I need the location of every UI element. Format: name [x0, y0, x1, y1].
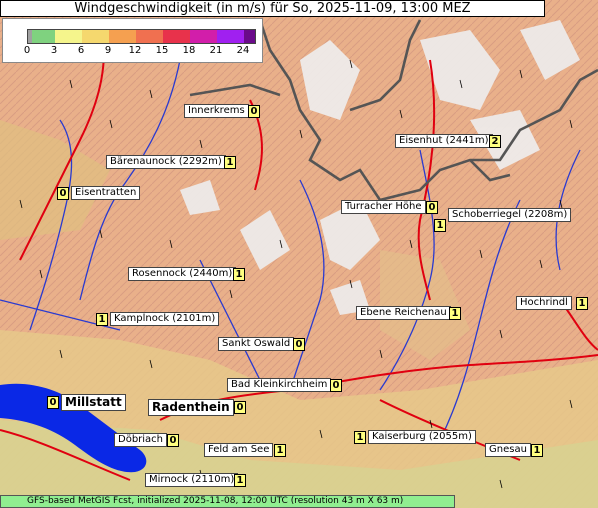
- map-title: Windgeschwindigkeit (in m/s) für So, 202…: [0, 0, 545, 17]
- place-label-millstatt: Millstatt: [61, 394, 126, 411]
- place-label-rosennock: Rosennock (2440m): [128, 267, 237, 281]
- legend-tick-label: 15: [155, 45, 169, 56]
- wind-value-feld-am-see: 1: [274, 444, 286, 457]
- place-label-bad-kleinkirchheim: Bad Kleinkirchheim: [227, 378, 332, 392]
- wind-value-turracher-hoehe: 0: [426, 201, 438, 214]
- wind-value-kaiserburg: 1: [354, 431, 366, 444]
- place-label-ebene-reichenau: Ebene Reichenau: [356, 306, 451, 320]
- legend-tick-label: 6: [77, 45, 85, 56]
- wind-value-hochrindl: 1: [576, 297, 588, 310]
- wind-value-kamplnock: 1: [96, 313, 108, 326]
- legend-color-step: [163, 30, 190, 43]
- wind-value-baerenaunock: 1: [224, 156, 236, 169]
- place-label-hochrindl: Hochrindl: [516, 296, 572, 310]
- wind-value-ebene-reichenau: 1: [449, 307, 461, 320]
- legend-tick-label: 18: [182, 45, 196, 56]
- legend-color-step: [244, 30, 255, 43]
- place-label-feld-am-see: Feld am See: [204, 443, 274, 457]
- wind-value-sankt-oswald: 0: [293, 338, 305, 351]
- place-label-eisentratten: Eisentratten: [71, 186, 141, 200]
- legend-tick-label: 24: [236, 45, 250, 56]
- place-label-gnesau: Gnesau: [485, 443, 531, 457]
- wind-value-doebriach: 0: [167, 434, 179, 447]
- legend-tick-label: 3: [50, 45, 58, 56]
- place-label-mirnock: Mirnock (2110m): [145, 473, 239, 487]
- legend-color-step: [55, 30, 82, 43]
- legend-color-step: [82, 30, 109, 43]
- legend-tick-label: 9: [104, 45, 112, 56]
- place-label-doebriach: Döbriach: [114, 433, 168, 447]
- wind-value-gnesau: 1: [531, 444, 543, 457]
- place-label-kaiserburg: Kaiserburg (2055m): [368, 430, 476, 444]
- place-label-radenthein: Radenthein: [148, 399, 234, 416]
- place-label-schoberriegel: Schoberriegel (2208m): [448, 208, 572, 222]
- place-label-turracher-hoehe: Turracher Höhe: [341, 200, 426, 214]
- legend-color-step: [217, 30, 244, 43]
- terrain-map: [0, 0, 598, 508]
- wind-value-mirnock: 1: [234, 474, 246, 487]
- legend-color-step: [32, 30, 55, 43]
- wind-value-millstatt: 0: [47, 396, 59, 409]
- wind-value-innerkrems: 0: [248, 105, 260, 118]
- place-label-innerkrems: Innerkrems: [184, 104, 249, 118]
- forecast-footer: GFS-based MetGIS Fcst, initialized 2025-…: [0, 495, 455, 508]
- legend-tick-label: 12: [128, 45, 142, 56]
- wind-value-eisentratten: 0: [57, 187, 69, 200]
- legend-color-scale: [27, 29, 256, 44]
- place-label-sankt-oswald: Sankt Oswald: [218, 337, 295, 351]
- wind-value-bad-kleinkirchheim: 0: [330, 379, 342, 392]
- place-label-baerenaunock: Bärenaunock (2292m): [106, 155, 226, 169]
- place-label-eisenhut: Eisenhut (2441m): [395, 134, 493, 148]
- legend-color-step: [136, 30, 163, 43]
- wind-value-radenthein: 0: [234, 401, 246, 414]
- place-label-kamplnock: Kamplnock (2101m): [110, 312, 220, 326]
- wind-speed-legend: 0 3 6 9 12 15 18 21 24: [2, 18, 263, 63]
- wind-value-rosennock: 1: [233, 268, 245, 281]
- forecast-map: Windgeschwindigkeit (in m/s) für So, 202…: [0, 0, 598, 508]
- legend-color-step: [109, 30, 136, 43]
- wind-value-eisenhut: 2: [489, 135, 501, 148]
- legend-tick-label: 21: [209, 45, 223, 56]
- legend-color-step: [190, 30, 217, 43]
- wind-value-schoberriegel: 1: [434, 219, 446, 232]
- legend-tick-label: 0: [23, 45, 31, 56]
